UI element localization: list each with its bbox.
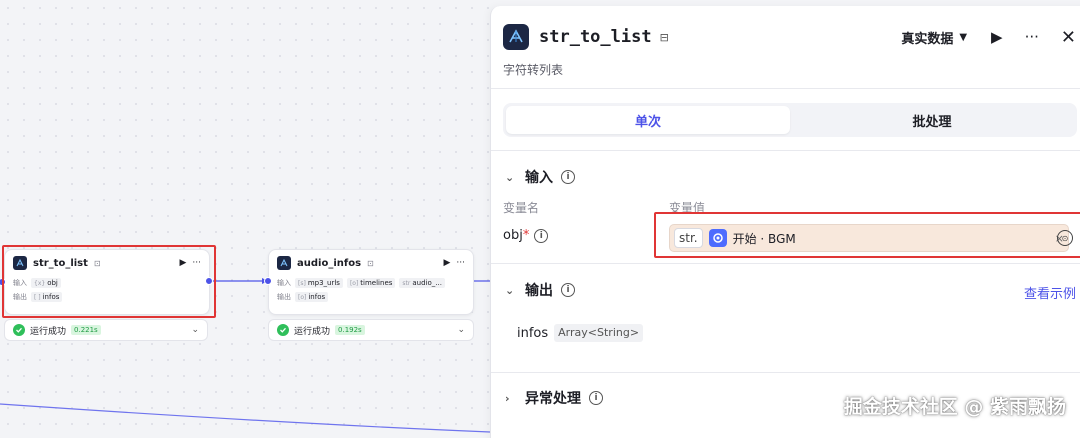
input-tag: str audio_... [399,278,445,288]
status-time-badge: 0.221s [71,325,101,335]
type-tag[interactable]: str. [674,228,703,248]
divider [491,263,1080,264]
edges-layer [0,278,490,433]
edit-icon[interactable]: ⊡ [94,259,101,268]
node-audio-infos[interactable]: audio_infos ⊡ ▶ ··· 输入 [s] mp3_urls [o] ti… [268,249,474,315]
status-text: 运行成功 [30,326,67,337]
success-check-icon [277,324,289,336]
run-button[interactable]: ▶ [991,28,1003,46]
divider [491,88,1080,89]
output-variable-row: infos Array<String> [517,324,644,342]
output-tag: [o] infos [295,292,329,302]
divider [491,372,1080,373]
tab-batch[interactable]: 批处理 [790,106,1074,134]
chevron-down-icon[interactable]: ⌄ [457,325,465,335]
column-var-value: 变量值 [669,201,706,215]
panel-description: 字符转列表 [503,63,564,77]
watermark: 掘金技术社区 @ 紫雨飘扬 [843,396,1066,418]
status-time-badge: 0.192s [335,325,365,335]
info-icon[interactable]: i [589,391,603,405]
input-label: 输入 [277,279,291,287]
code-node-icon [13,256,27,270]
section-title: 输入 [525,170,553,186]
output-type-tag: Array<String> [554,324,644,342]
run-node-button[interactable]: ▶ [443,258,450,268]
chevron-right-icon: › [505,391,510,405]
node2-input-port[interactable] [264,277,272,285]
close-icon[interactable]: ✕ [1061,27,1076,48]
caret-down-icon: ▼ [959,31,968,43]
chevron-down-icon[interactable]: ⌄ [191,325,199,335]
more-icon[interactable]: ··· [192,258,201,268]
workflow-canvas[interactable]: str_to_list ⊡ ▶ ··· 输入 {x} obj 输出 [ ] info… [0,0,490,438]
node-title: audio_infos [297,257,362,269]
column-var-name: 变量名 [503,201,540,215]
node2-status-bar[interactable]: 运行成功 0.192s ⌄ [268,319,474,341]
chevron-down-icon: ⌄ [505,283,515,297]
node-header: audio_infos ⊡ ▶ ··· [269,250,473,276]
input-label: 输入 [13,279,27,287]
output-label: 输出 [13,293,27,301]
data-mode-dropdown[interactable]: 真实数据 ▼ [901,28,967,47]
node-str-to-list[interactable]: str_to_list ⊡ ▶ ··· 输入 {x} obj 输出 [ ] info… [4,249,210,315]
info-icon[interactable]: i [561,283,575,297]
node-header: str_to_list ⊡ ▶ ··· [5,250,209,276]
run-node-button[interactable]: ▶ [179,258,186,268]
info-icon[interactable]: i [561,170,575,184]
node-output-row: 输出 [ ] infos [5,290,209,304]
section-title: 异常处理 [525,391,581,407]
more-icon[interactable]: ··· [456,258,465,268]
required-mark: * [522,228,530,243]
success-check-icon [13,324,25,336]
input-tag: [s] mp3_urls [295,278,343,288]
node-output-row: 输出 [o] infos [269,290,473,304]
edit-icon[interactable]: ⊡ [367,259,374,268]
section-title: 输出 [525,283,553,299]
start-node-icon [708,229,727,247]
output-name: infos [517,325,549,341]
edge-bottom [0,403,490,433]
input-tag: [o] timelines [346,278,396,288]
code-node-icon [503,24,529,50]
run-mode-tabs: 单次 批处理 [503,103,1077,137]
variable-reference: 开始 · BGM [732,231,796,246]
output-section-header[interactable]: ⌄ 输出 i [505,280,575,300]
node-title: str_to_list [33,257,88,269]
output-label: 输出 [277,293,291,301]
status-text: 运行成功 [294,326,331,337]
tab-single[interactable]: 单次 [506,106,790,134]
node1-output-port[interactable] [205,277,213,285]
input-section-header[interactable]: ⌄ 输入 i [505,167,575,187]
view-example-link[interactable]: 查看示例 [1024,283,1076,302]
node1-status-bar[interactable]: 运行成功 0.221s ⌄ [4,319,208,341]
node-test-panel: str_to_list ⊟ 真实数据 ▼ ▶ ··· ✕ 字符转列表 单次 批处… [490,6,1080,438]
chevron-down-icon: ⌄ [505,170,515,184]
panel-header: str_to_list ⊟ 真实数据 ▼ ▶ ··· ✕ [503,22,1078,52]
code-node-icon [277,256,291,270]
var-name-obj: obj* i [503,228,549,243]
edit-icon[interactable]: ⊟ [660,31,669,44]
variable-picker-icon[interactable]: ⊙ [1057,230,1073,246]
output-tag: [ ] infos [31,292,63,302]
info-icon[interactable]: i [534,228,549,243]
input-tag: {x} obj [31,278,61,288]
more-icon[interactable]: ··· [1025,28,1039,46]
error-section-header[interactable]: › 异常处理 i [505,388,603,408]
variable-value-input[interactable]: str. 开始 · BGM × [669,224,1069,252]
divider [491,150,1080,151]
node-input-row: 输入 {x} obj [5,276,209,290]
node-input-row: 输入 [s] mp3_urls [o] timelines str audio_... [269,276,473,290]
panel-title: str_to_list [539,27,652,47]
